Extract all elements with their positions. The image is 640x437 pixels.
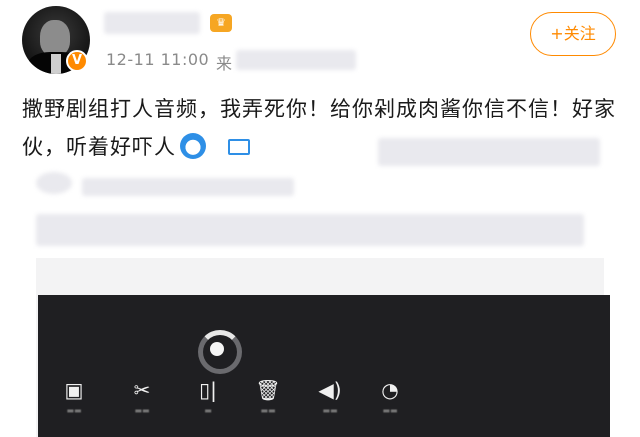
scissors-label: ▬▬ [134, 406, 150, 415]
blurred-username[interactable] [104, 12, 200, 34]
crop-label: ▬▬ [66, 406, 82, 415]
follow-button[interactable]: +关注 [530, 12, 616, 56]
blurred-comment-line-2 [36, 214, 584, 246]
blurred-source [236, 50, 356, 70]
split-label: ▬ [204, 406, 212, 415]
speed-icon: ◔ [381, 378, 399, 402]
scissors-icon: ✂ [133, 378, 151, 402]
doraemon-emoji-icon [180, 133, 206, 159]
volume-button[interactable]: ◀) ▬▬ [312, 378, 348, 418]
blurred-video-link[interactable] [378, 138, 600, 166]
speed-button[interactable]: ◔ ▬▬ [372, 378, 408, 418]
volume-label: ▬▬ [322, 406, 338, 415]
blurred-commenter-avatar [36, 172, 72, 194]
speed-label: ▬▬ [382, 406, 398, 415]
scissors-button[interactable]: ✂ ▬▬ [124, 378, 160, 418]
video-link-icon[interactable] [228, 139, 250, 155]
volume-icon: ◀) [318, 378, 342, 402]
vip-crown-icon: ♛ [210, 14, 232, 32]
avatar-shirt [51, 54, 61, 74]
blurred-comment-line-1 [82, 178, 294, 196]
crop-icon: ▣ [64, 378, 84, 402]
verified-badge-icon: V [66, 50, 88, 72]
delete-button[interactable]: 🗑 ▬▬ [250, 378, 286, 418]
avatar-face [40, 20, 70, 56]
post-source-prefix: 来 [216, 54, 233, 73]
delete-label: ▬▬ [260, 406, 276, 415]
split-button[interactable]: ▯| ▬ [190, 378, 226, 418]
crop-button[interactable]: ▣ ▬▬ [56, 378, 92, 418]
trash-icon: 🗑 [255, 378, 281, 402]
post-timestamp: 12-11 11:00 [106, 50, 210, 69]
spinner-center-icon [210, 342, 224, 356]
split-icon: ▯| [199, 378, 217, 402]
